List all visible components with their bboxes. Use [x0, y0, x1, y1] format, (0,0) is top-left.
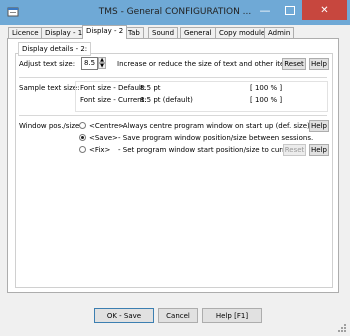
option-save-description: - Save program window position/size betw… [118, 134, 314, 142]
close-button[interactable]: ✕ [302, 0, 347, 20]
option-fix-label[interactable]: <Fix> [89, 146, 110, 154]
help-fix-button[interactable]: Help [309, 144, 329, 156]
minimize-button[interactable]: — [252, 0, 278, 20]
spinner-down-icon[interactable]: ▼ [98, 63, 106, 69]
window-pos-size-label: Window pos./size: [19, 122, 82, 130]
separator [19, 77, 327, 78]
maximize-icon [285, 5, 295, 15]
group-title: Display details - 2: [18, 42, 92, 56]
cancel-button[interactable]: Cancel [158, 308, 198, 323]
font-size-default-value: 8.5 pt [140, 84, 161, 92]
font-size-current-label: Font size - Current: [80, 96, 147, 104]
radio-save[interactable] [79, 134, 86, 141]
font-size-current-percent: [ 100 % ] [250, 96, 283, 104]
font-size-current-value: 8.5 pt (default) [140, 96, 193, 104]
radio-fix[interactable] [79, 146, 86, 153]
option-fix-description: - Set program window start position/size… [118, 146, 297, 154]
ok-save-button[interactable]: OK - Save [94, 308, 154, 323]
help-window-pos-button[interactable]: Help [309, 120, 329, 132]
close-icon: ✕ [320, 4, 329, 16]
text-size-spinner[interactable]: ▲ ▼ [98, 57, 106, 70]
radio-centre[interactable] [79, 122, 86, 129]
sample-text-size-label: Sample text size: [19, 84, 80, 92]
text-size-input[interactable]: 8.5 [81, 57, 98, 70]
help-f1-button[interactable]: Help [F1] [202, 308, 262, 323]
adjust-description: Increase or reduce the size of text and … [117, 60, 298, 68]
maximize-button[interactable] [278, 0, 302, 20]
option-save-label[interactable]: <Save> [89, 134, 118, 142]
adjust-text-size-label: Adjust text size: [19, 60, 76, 68]
font-size-default-percent: [ 100 % ] [250, 84, 283, 92]
separator [19, 115, 327, 116]
tab-display-2[interactable]: Display - 2 [82, 25, 128, 39]
minimize-icon: — [259, 3, 271, 17]
resize-grip-icon[interactable] [337, 323, 347, 333]
option-centre-description: - Always centre program window on start … [118, 122, 312, 130]
help-text-size-button[interactable]: Help [309, 58, 329, 70]
reset-text-size-button[interactable]: Reset [282, 58, 306, 70]
font-size-default-label: Font size - Default: [80, 84, 146, 92]
reset-window-pos-button[interactable]: Reset [283, 144, 306, 156]
